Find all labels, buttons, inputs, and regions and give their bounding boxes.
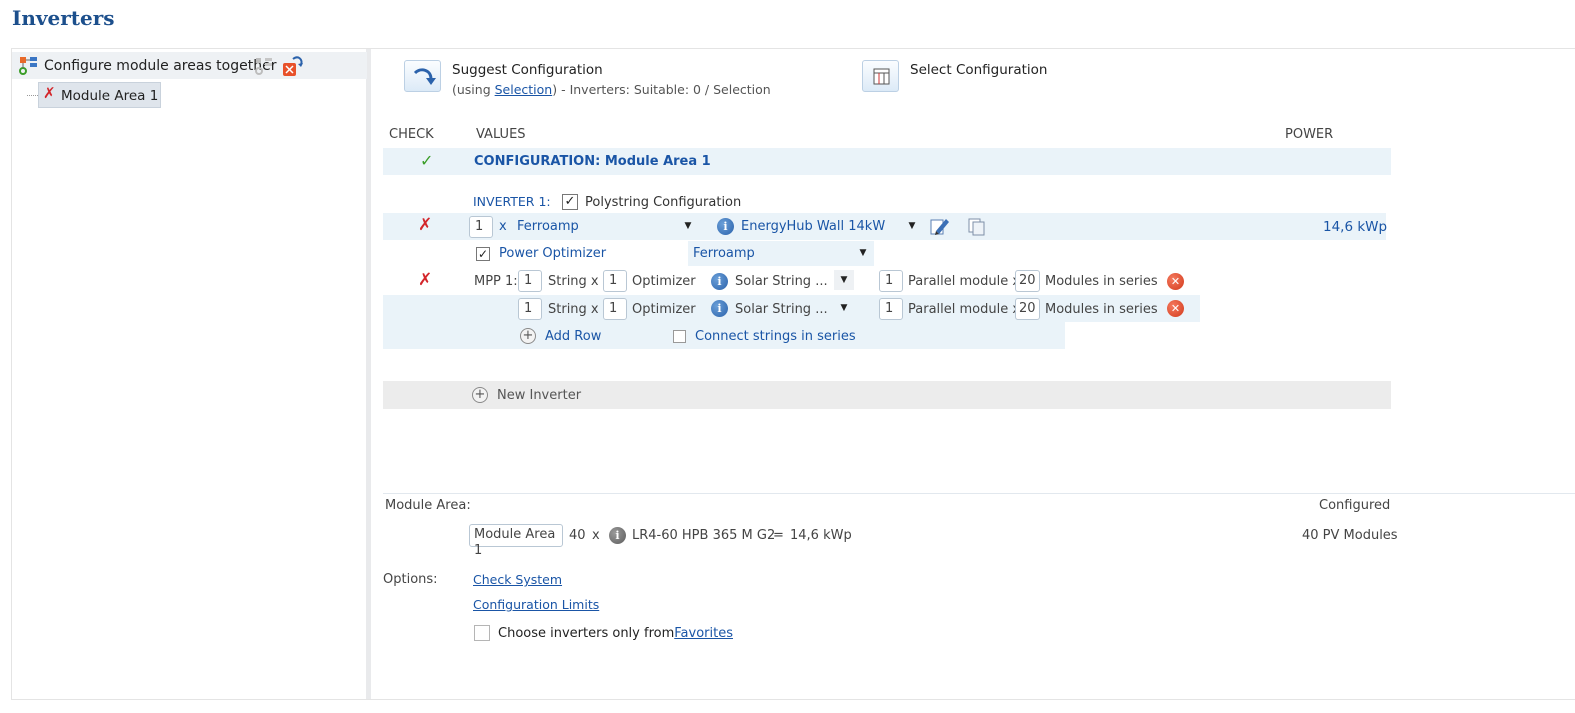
polystring-label: Polystring Configuration bbox=[585, 195, 742, 210]
module-model: LR4-60 HPB 365 M G2 bbox=[632, 528, 776, 543]
optimizer-label: Optimizer bbox=[632, 274, 696, 289]
suggest-info-prefix: (using bbox=[452, 82, 495, 97]
series-label: Modules in series bbox=[1045, 302, 1158, 317]
string-count-input[interactable]: 1 bbox=[518, 298, 542, 320]
optimizer-manufacturer-value: Ferroamp bbox=[693, 246, 755, 261]
selection-link[interactable]: Selection bbox=[495, 82, 553, 97]
page-title: Inverters bbox=[12, 6, 115, 30]
error-x-icon: ✗ bbox=[418, 270, 433, 290]
pv-module-count: 40 PV Modules bbox=[1302, 528, 1398, 543]
curved-arrow-icon bbox=[413, 68, 436, 85]
panel-splitter[interactable] bbox=[366, 49, 371, 699]
left-panel bbox=[12, 49, 367, 699]
tree-connector bbox=[27, 95, 38, 96]
column-header-check: CHECK bbox=[389, 127, 434, 142]
inverter-model-select[interactable]: EnergyHub Wall 14kW bbox=[741, 219, 885, 234]
string-label: String x bbox=[548, 302, 599, 317]
info-icon[interactable]: i bbox=[711, 273, 728, 290]
summary-divider bbox=[383, 493, 1575, 494]
error-x-icon: ✗ bbox=[418, 215, 433, 235]
mpp-label: MPP 1: bbox=[474, 274, 518, 289]
optimizer-count-input[interactable]: 1 bbox=[603, 298, 627, 320]
equals-sign: = bbox=[773, 528, 784, 543]
connect-series-checkbox[interactable] bbox=[673, 330, 686, 343]
total-power: 14,6 kWp bbox=[790, 528, 852, 543]
configuration-limits-link[interactable]: Configuration Limits bbox=[473, 597, 599, 612]
optimizer-count-input[interactable]: 1 bbox=[603, 270, 627, 292]
favorites-link[interactable]: Favorites bbox=[674, 626, 733, 641]
parallel-label: Parallel module x bbox=[908, 302, 1021, 317]
inverter-quantity-input[interactable]: 1 bbox=[469, 216, 493, 238]
group-settings-icon[interactable] bbox=[255, 56, 275, 76]
chevron-down-icon[interactable]: ▼ bbox=[902, 216, 922, 236]
chevron-down-icon[interactable]: ▼ bbox=[678, 216, 698, 236]
configuration-title: CONFIGURATION: Module Area 1 bbox=[474, 154, 711, 169]
times-sign: x bbox=[499, 219, 507, 234]
module-group-icon bbox=[19, 57, 37, 75]
parallel-count-input[interactable]: 1 bbox=[879, 270, 903, 292]
series-label: Modules in series bbox=[1045, 274, 1158, 289]
parallel-count-input[interactable]: 1 bbox=[879, 298, 903, 320]
column-header-values: VALUES bbox=[476, 127, 526, 142]
power-optimizer-checkbox[interactable]: ✓ bbox=[476, 247, 490, 261]
power-optimizer-label: Power Optimizer bbox=[499, 246, 607, 261]
chevron-down-icon[interactable]: ▼ bbox=[853, 243, 873, 263]
inverter-label: INVERTER 1: bbox=[473, 194, 551, 209]
chevron-down-icon[interactable]: ▼ bbox=[834, 298, 854, 318]
plus-icon[interactable]: + bbox=[520, 328, 536, 344]
info-icon[interactable]: i bbox=[711, 300, 728, 317]
check-system-link[interactable]: Check System bbox=[473, 572, 562, 587]
module-area-label: Module Area: bbox=[385, 498, 471, 513]
reset-configuration-icon[interactable] bbox=[281, 54, 305, 78]
copy-icon[interactable] bbox=[965, 215, 987, 237]
tree-node-label[interactable]: Module Area 1 bbox=[61, 88, 158, 104]
series-count-input[interactable]: 20 bbox=[1015, 270, 1040, 292]
string-label: String x bbox=[548, 274, 599, 289]
module-count: 40 bbox=[569, 528, 586, 543]
parallel-label: Parallel module x bbox=[908, 274, 1021, 289]
info-icon[interactable]: i bbox=[717, 218, 734, 235]
polystring-checkbox[interactable]: ✓ bbox=[562, 194, 578, 210]
edit-pencil-icon[interactable] bbox=[928, 215, 950, 237]
favorites-option: Choose inverters only fromFavorites bbox=[498, 626, 733, 641]
suggest-configuration-label[interactable]: Suggest Configuration bbox=[452, 62, 603, 78]
column-header-power: POWER bbox=[1285, 127, 1334, 142]
string-count-input[interactable]: 1 bbox=[518, 270, 542, 292]
new-inverter-button[interactable]: New Inverter bbox=[497, 388, 581, 403]
error-x-icon: ✗ bbox=[43, 84, 56, 102]
suggest-configuration-button[interactable] bbox=[404, 60, 441, 92]
inverter-power-value: 14,6 kWp bbox=[1323, 219, 1388, 235]
module-info-icon[interactable]: i bbox=[609, 527, 626, 544]
times-sign: x bbox=[592, 528, 600, 543]
inverter-manufacturer-select[interactable]: Ferroamp bbox=[517, 219, 579, 234]
suggest-info: (using Selection) - Inverters: Suitable:… bbox=[452, 82, 770, 97]
series-count-input[interactable]: 20 bbox=[1015, 298, 1040, 320]
favorites-prefix: Choose inverters only from bbox=[498, 626, 675, 641]
optimizer-model-select[interactable]: Solar String ... bbox=[735, 274, 828, 289]
select-configuration-button[interactable] bbox=[862, 60, 899, 92]
add-row-link[interactable]: Add Row bbox=[545, 329, 601, 344]
tree-root-label[interactable]: Configure module areas together bbox=[44, 58, 276, 74]
options-label: Options: bbox=[383, 572, 438, 587]
table-select-icon bbox=[873, 68, 890, 85]
module-area-name[interactable]: Module Area 1 bbox=[469, 524, 563, 558]
plus-icon[interactable]: + bbox=[472, 387, 488, 403]
favorites-only-checkbox[interactable] bbox=[474, 625, 490, 641]
check-ok-icon: ✓ bbox=[420, 151, 434, 170]
optimizer-model-select[interactable]: Solar String ... bbox=[735, 302, 828, 317]
chevron-down-icon[interactable]: ▼ bbox=[834, 270, 854, 290]
select-configuration-label[interactable]: Select Configuration bbox=[910, 62, 1048, 78]
suggest-info-suffix: ) - Inverters: Suitable: 0 / Selection: … bbox=[552, 82, 770, 97]
delete-row-icon[interactable]: ✕ bbox=[1167, 300, 1184, 317]
connect-series-label: Connect strings in series bbox=[695, 329, 856, 344]
configuration-status: Configured bbox=[1319, 498, 1391, 513]
optimizer-label: Optimizer bbox=[632, 302, 696, 317]
delete-row-icon[interactable]: ✕ bbox=[1167, 273, 1184, 290]
